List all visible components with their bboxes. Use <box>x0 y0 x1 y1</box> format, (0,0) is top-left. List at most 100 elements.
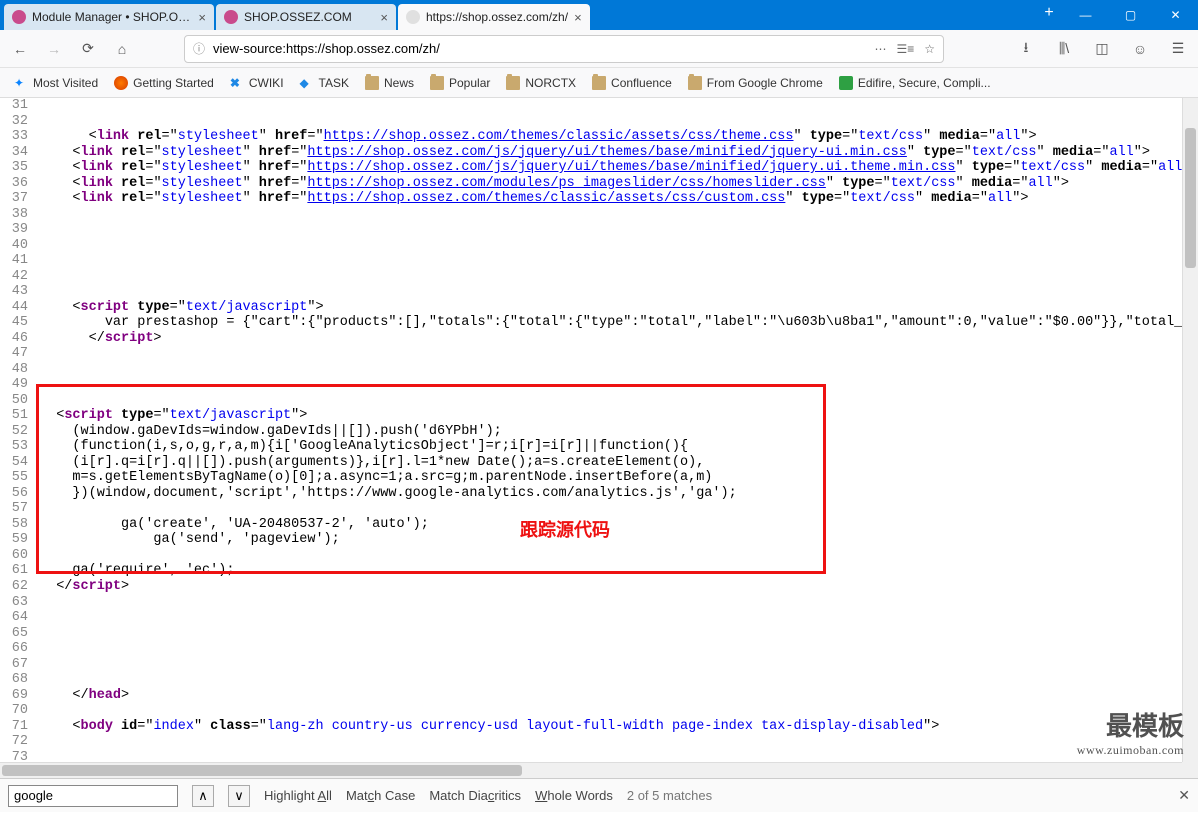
source-line[interactable]: 45 var prestashop = {"cart":{"products":… <box>0 315 1178 331</box>
bookmark-item[interactable]: Confluence <box>586 73 678 93</box>
line-code[interactable]: ga('require', 'ec'); <box>40 563 1178 579</box>
bookmark-item[interactable]: Edifire, Secure, Compli... <box>833 73 997 93</box>
line-code[interactable] <box>40 734 1178 750</box>
bookmark-item[interactable]: NORCTX <box>500 73 582 93</box>
line-code[interactable] <box>40 548 1178 564</box>
url-bar[interactable]: ⓘ ⋯ ☰≡ ☆ <box>184 35 944 63</box>
downloads-icon[interactable]: ⭳ <box>1014 37 1038 61</box>
line-code[interactable] <box>40 269 1178 285</box>
line-code[interactable] <box>40 703 1178 719</box>
minimize-button[interactable]: — <box>1063 0 1108 30</box>
vertical-scrollbar[interactable] <box>1182 98 1198 762</box>
line-code[interactable]: </script> <box>40 331 1178 347</box>
line-code[interactable] <box>40 362 1178 378</box>
line-code[interactable] <box>40 641 1178 657</box>
source-line[interactable]: 47 <box>0 346 1178 362</box>
source-line[interactable]: 38 <box>0 207 1178 223</box>
back-button[interactable]: ← <box>8 37 32 61</box>
browser-tab[interactable]: SHOP.OSSEZ.COM× <box>216 4 396 30</box>
sidebar-icon[interactable]: ◫ <box>1090 37 1114 61</box>
source-line[interactable]: 62 </script> <box>0 579 1178 595</box>
source-line[interactable]: 67 <box>0 657 1178 673</box>
source-line[interactable]: 66 <box>0 641 1178 657</box>
source-line[interactable]: 41 <box>0 253 1178 269</box>
source-line[interactable]: 68 <box>0 672 1178 688</box>
bookmark-star-icon[interactable]: ☆ <box>924 42 935 56</box>
source-line[interactable]: 44 <script type="text/javascript"> <box>0 300 1178 316</box>
source-line[interactable]: 70 <box>0 703 1178 719</box>
match-diacritics-option[interactable]: Match Diacritics <box>429 788 521 803</box>
source-line[interactable]: 32 <box>0 114 1178 130</box>
source-line[interactable]: 49 <box>0 377 1178 393</box>
site-info-icon[interactable]: ⓘ <box>193 40 205 57</box>
line-code[interactable]: <script type="text/javascript"> <box>40 408 1178 424</box>
line-code[interactable] <box>40 626 1178 642</box>
source-line[interactable]: 72 <box>0 734 1178 750</box>
line-code[interactable]: ga('send', 'pageview'); <box>40 532 1178 548</box>
line-code[interactable] <box>40 610 1178 626</box>
tab-close-icon[interactable]: × <box>380 10 388 25</box>
source-line[interactable]: 57 <box>0 501 1178 517</box>
source-line[interactable]: 73 <box>0 750 1178 762</box>
bookmark-item[interactable]: ✖CWIKI <box>224 73 290 93</box>
source-line[interactable]: 36 <link rel="stylesheet" href="https://… <box>0 176 1178 192</box>
line-code[interactable]: </head> <box>40 688 1178 704</box>
bookmark-item[interactable]: ✦Most Visited <box>8 73 104 93</box>
line-code[interactable]: var prestashop = {"cart":{"products":[],… <box>40 315 1178 331</box>
match-case-option[interactable]: Match Case <box>346 788 415 803</box>
line-code[interactable]: m=s.getElementsByTagName(o)[0];a.async=1… <box>40 470 1178 486</box>
new-tab-button[interactable]: + <box>1035 0 1063 26</box>
browser-tab[interactable]: https://shop.ossez.com/zh/× <box>398 4 590 30</box>
reader-mode-icon[interactable]: ☰≡ <box>896 42 914 56</box>
source-line[interactable]: 54 (i[r].q=i[r].q||[]).push(arguments)},… <box>0 455 1178 471</box>
bookmark-item[interactable]: From Google Chrome <box>682 73 829 93</box>
line-code[interactable]: <link rel="stylesheet" href="https://sho… <box>40 129 1178 145</box>
line-code[interactable] <box>40 657 1178 673</box>
find-input[interactable]: google <box>8 785 178 807</box>
source-line[interactable]: 52 (window.gaDevIds=window.gaDevIds||[])… <box>0 424 1178 440</box>
bookmark-item[interactable]: Popular <box>424 73 496 93</box>
line-code[interactable]: <link rel="stylesheet" href="https://sho… <box>40 176 1178 192</box>
source-line[interactable]: 65 <box>0 626 1178 642</box>
home-button[interactable]: ⌂ <box>110 37 134 61</box>
line-code[interactable]: (function(i,s,o,g,r,a,m){i['GoogleAnalyt… <box>40 439 1178 455</box>
highlight-all-option[interactable]: Highlight All <box>264 788 332 803</box>
url-input[interactable] <box>213 41 866 56</box>
reload-button[interactable]: ⟳ <box>76 37 100 61</box>
line-code[interactable] <box>40 501 1178 517</box>
view-source-body[interactable]: 31 32 33 <link rel="stylesheet" href="ht… <box>0 98 1198 762</box>
source-line[interactable]: 51 <script type="text/javascript"> <box>0 408 1178 424</box>
source-line[interactable]: 43 <box>0 284 1178 300</box>
line-code[interactable] <box>40 750 1178 762</box>
source-line[interactable]: 58 ga('create', 'UA-20480537-2', 'auto')… <box>0 517 1178 533</box>
source-line[interactable]: 63 <box>0 595 1178 611</box>
line-code[interactable]: </script> <box>40 579 1178 595</box>
line-code[interactable] <box>40 238 1178 254</box>
whole-words-option[interactable]: Whole Words <box>535 788 613 803</box>
line-code[interactable] <box>40 98 1178 114</box>
tab-close-icon[interactable]: × <box>574 10 582 25</box>
maximize-button[interactable]: ▢ <box>1108 0 1153 30</box>
source-line[interactable]: 60 <box>0 548 1178 564</box>
line-code[interactable] <box>40 346 1178 362</box>
source-line[interactable]: 50 <box>0 393 1178 409</box>
source-line[interactable]: 34 <link rel="stylesheet" href="https://… <box>0 145 1178 161</box>
source-line[interactable]: 59 ga('send', 'pageview'); <box>0 532 1178 548</box>
line-code[interactable]: ga('create', 'UA-20480537-2', 'auto'); <box>40 517 1178 533</box>
line-code[interactable]: (i[r].q=i[r].q||[]).push(arguments)},i[r… <box>40 455 1178 471</box>
account-icon[interactable]: ☺ <box>1128 37 1152 61</box>
line-code[interactable] <box>40 393 1178 409</box>
bookmark-item[interactable]: News <box>359 73 420 93</box>
line-code[interactable] <box>40 253 1178 269</box>
find-prev-button[interactable]: ∧ <box>192 785 214 807</box>
source-line[interactable]: 53 (function(i,s,o,g,r,a,m){i['GoogleAna… <box>0 439 1178 455</box>
menu-icon[interactable]: ☰ <box>1166 37 1190 61</box>
source-line[interactable]: 40 <box>0 238 1178 254</box>
source-line[interactable]: 64 <box>0 610 1178 626</box>
line-code[interactable]: <link rel="stylesheet" href="https://sho… <box>40 191 1178 207</box>
source-line[interactable]: 33 <link rel="stylesheet" href="https://… <box>0 129 1178 145</box>
line-code[interactable] <box>40 207 1178 223</box>
line-code[interactable]: <link rel="stylesheet" href="https://sho… <box>40 160 1178 176</box>
line-code[interactable] <box>40 114 1178 130</box>
line-code[interactable] <box>40 672 1178 688</box>
